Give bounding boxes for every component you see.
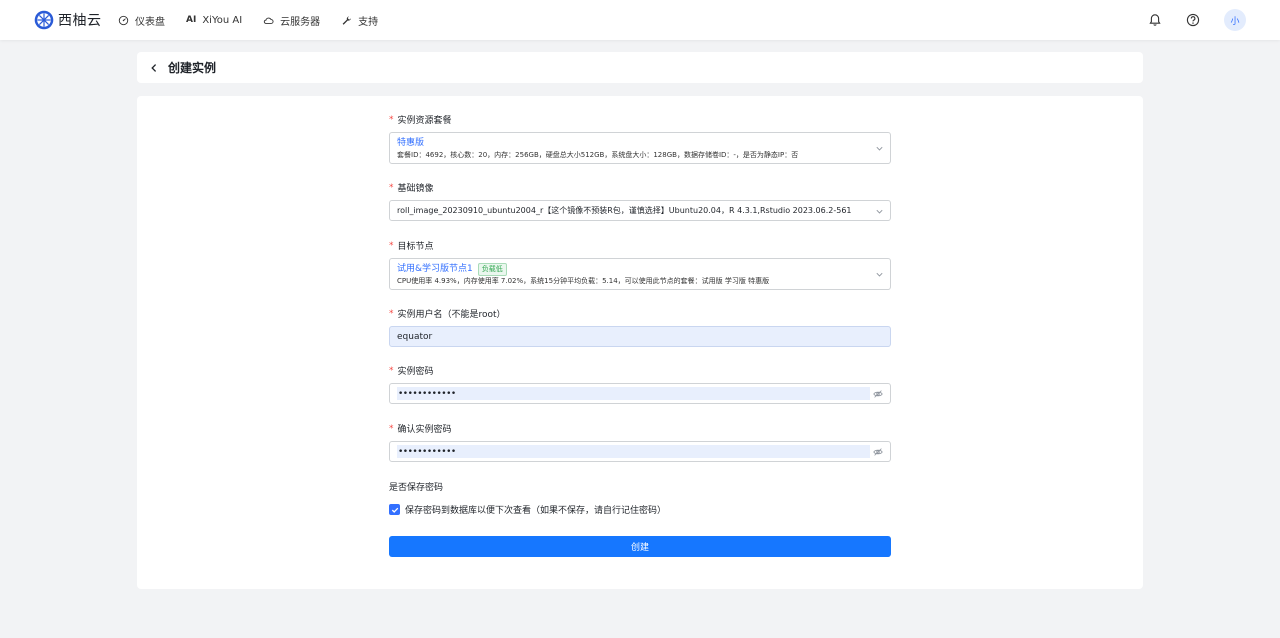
node-label: * 目标节点	[389, 240, 434, 253]
cloud-icon	[264, 17, 274, 24]
confirm-password-masked: ••••••••••••	[398, 446, 456, 457]
password-input[interactable]: ••••••••••••	[389, 383, 891, 404]
create-instance-form-card: * 实例资源套餐 特惠版 套餐ID：4692，核心数：20，内存：256GB，硬…	[137, 96, 1143, 589]
page-title: 创建实例	[168, 61, 217, 75]
password-label: * 实例密码	[389, 365, 434, 378]
required-mark: *	[389, 182, 394, 193]
avatar[interactable]: 小	[1224, 9, 1246, 31]
citrus-logo-icon	[34, 10, 54, 30]
save-password-checkbox[interactable]	[389, 504, 400, 515]
check-icon	[391, 507, 398, 513]
eye-off-icon[interactable]	[873, 447, 883, 457]
save-password-option-label: 保存密码到数据库以便下次查看（如果不保存，请自行记住密码）	[405, 506, 667, 516]
image-select[interactable]: roll_image_20230910_ubuntu2004_r【这个镜像不预装…	[389, 200, 891, 221]
page-header: 创建实例	[137, 52, 1143, 83]
required-mark: *	[389, 365, 394, 376]
brand-name: 西柚云	[58, 13, 102, 29]
password-autofill: ••••••••••••	[397, 387, 870, 400]
image-label: * 基础镜像	[389, 182, 434, 195]
node-detail: CPU使用率 4.93%，内存使用率 7.02%，系统15分钟平均负载：5.14…	[397, 277, 770, 285]
nav-item-xiyou-ai[interactable]: AI XiYou AI	[186, 15, 242, 26]
confirm-password-label: * 确认实例密码	[389, 423, 452, 436]
nav-item-support[interactable]: 支持	[341, 13, 378, 28]
package-detail: 套餐ID：4692，核心数：20，内存：256GB，硬盘总大小512GB，系统盘…	[397, 151, 799, 159]
nav-item-cloud-servers[interactable]: 云服务器	[263, 13, 320, 28]
nav-item-label: 支持	[358, 16, 379, 28]
save-password-label: 是否保存密码	[389, 483, 444, 493]
chevron-down-icon	[876, 209, 883, 214]
package-title: 特惠版	[397, 138, 425, 148]
node-title: 试用&学习版节点1 负载低	[397, 263, 866, 276]
bell-icon[interactable]	[1148, 13, 1162, 27]
confirm-password-input[interactable]: ••••••••••••	[389, 441, 891, 462]
required-mark: *	[389, 423, 394, 434]
nav-item-label: 云服务器	[280, 16, 321, 28]
username-input[interactable]: equator	[389, 326, 891, 347]
save-password-option[interactable]: 保存密码到数据库以便下次查看（如果不保存，请自行记住密码）	[389, 503, 666, 516]
help-icon[interactable]	[1186, 13, 1200, 27]
package-select[interactable]: 特惠版 套餐ID：4692，核心数：20，内存：256GB，硬盘总大小512GB…	[389, 132, 891, 164]
create-button[interactable]: 创建	[389, 536, 891, 557]
top-navbar: 西柚云 仪表盘 AI XiYou AI 云服务器 支持 小	[0, 0, 1280, 40]
main-nav: 仪表盘 AI XiYou AI 云服务器 支持	[118, 12, 399, 28]
confirm-password-autofill: ••••••••••••	[397, 445, 870, 458]
eye-off-icon[interactable]	[873, 389, 883, 399]
chevron-down-icon	[876, 272, 883, 277]
required-mark: *	[389, 114, 394, 125]
username-label: * 实例用户名（不能是root）	[389, 308, 506, 321]
nav-item-label: XiYou AI	[202, 14, 243, 26]
image-value: roll_image_20230910_ubuntu2004_r【这个镜像不预装…	[397, 206, 852, 215]
dashboard-icon	[118, 15, 129, 25]
load-status-badge: 负载低	[477, 263, 507, 276]
package-label: * 实例资源套餐	[389, 114, 452, 127]
node-select[interactable]: 试用&学习版节点1 负载低 CPU使用率 4.93%，内存使用率 7.02%，系…	[389, 258, 891, 290]
ai-icon: AI	[186, 15, 197, 25]
brand[interactable]: 西柚云	[34, 9, 102, 31]
chevron-down-icon	[876, 146, 883, 151]
nav-item-label: 仪表盘	[135, 16, 165, 28]
nav-item-dashboard[interactable]: 仪表盘	[118, 13, 165, 28]
required-mark: *	[389, 240, 394, 251]
username-value: equator	[397, 331, 433, 342]
chevron-left-icon[interactable]	[149, 63, 159, 73]
password-masked: ••••••••••••	[398, 388, 456, 399]
required-mark: *	[389, 308, 394, 319]
topbar-actions: 小	[1148, 9, 1246, 31]
wrench-icon	[342, 15, 352, 25]
